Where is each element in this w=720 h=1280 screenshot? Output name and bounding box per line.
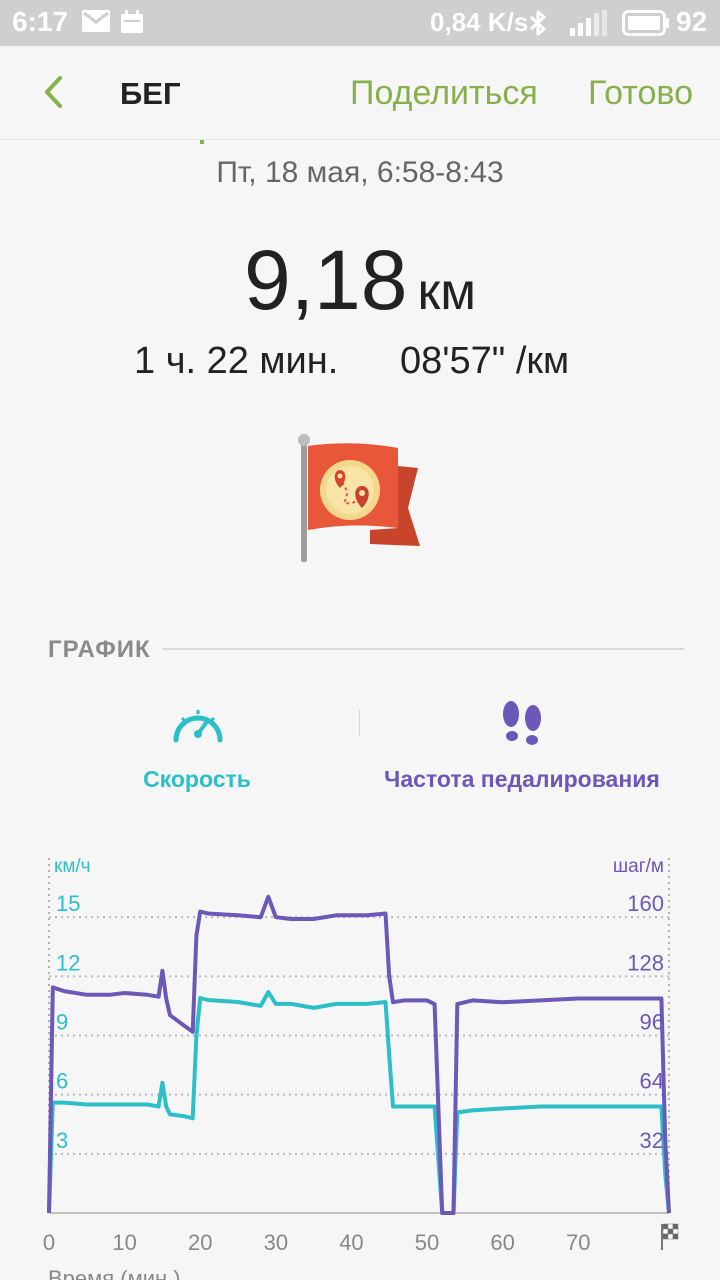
finish-flag-cell <box>667 1228 674 1235</box>
chart-canvas: км/ч шаг/м 15 160 12 128 9 96 6 64 3 32 0 10 20 30 40 5… <box>43 856 679 1280</box>
status-bar: 6:17 0,84 K/s 92 <box>0 0 720 46</box>
x-tick-label: 70 <box>566 1230 590 1255</box>
finish-flag-cell <box>667 1223 674 1230</box>
scroll-indicator <box>200 140 204 144</box>
finish-flag-cell <box>667 1233 674 1240</box>
x-tick-label: 30 <box>264 1230 288 1255</box>
back-arrow-icon[interactable] <box>36 72 76 112</box>
x-tick-label: 0 <box>43 1230 55 1255</box>
right-tick-label: 96 <box>640 1010 664 1035</box>
left-tick-label: 9 <box>56 1010 68 1035</box>
distance-value: 9,18 <box>244 233 408 327</box>
finish-flag-cell <box>662 1228 669 1235</box>
left-tick-label: 15 <box>56 891 80 916</box>
right-axis-unit: шаг/м <box>613 856 664 877</box>
bluetooth-icon <box>529 10 546 36</box>
series-line-speed <box>47 990 671 1215</box>
right-tick-label: 64 <box>640 1069 664 1094</box>
section-title: ГРАФИК <box>48 636 151 663</box>
tab-divider <box>359 710 360 736</box>
mail-icon <box>82 10 110 32</box>
finish-flag-cell <box>672 1223 679 1230</box>
done-button[interactable]: Готово <box>588 74 693 113</box>
tab-speed[interactable]: Скорость <box>100 766 294 793</box>
share-button[interactable]: Поделиться <box>350 74 538 113</box>
left-tick-label: 6 <box>56 1069 68 1094</box>
x-tick-label: 60 <box>490 1230 514 1255</box>
app-bar: БЕГ Поделиться Готово <box>0 46 720 140</box>
workout-date: Пт, 18 мая, 6:58-8:43 <box>216 156 504 189</box>
route-flag-icon[interactable] <box>292 432 424 564</box>
x-tick-label: 20 <box>188 1230 212 1255</box>
footprints-icon[interactable] <box>498 700 546 746</box>
left-axis-unit: км/ч <box>54 856 91 877</box>
status-time: 6:17 <box>12 6 69 37</box>
right-tick-label: 32 <box>640 1128 664 1153</box>
left-tick-label: 3 <box>56 1128 68 1153</box>
finish-flag-cell <box>662 1223 669 1230</box>
x-tick-label: 50 <box>415 1230 439 1255</box>
distance-unit: км <box>417 263 477 321</box>
tab-cadence[interactable]: Частота педалирования <box>374 766 670 793</box>
signal-icon <box>570 10 607 36</box>
left-tick-label: 12 <box>56 950 80 975</box>
section-divider <box>162 648 684 650</box>
x-axis-label: Время (мин.) <box>48 1266 181 1280</box>
series-line-cadence <box>47 894 671 1215</box>
workout-pace: 08'57" /км <box>400 340 570 382</box>
right-tick-label: 128 <box>627 950 664 975</box>
battery-level: 92 <box>676 6 708 37</box>
workout-duration: 1 ч. 22 мин. <box>134 340 339 382</box>
speed-cadence-chart: км/ч шаг/м 15 160 12 128 9 96 6 64 3 32 0 10 20 30 40 5… <box>0 840 720 1280</box>
page-title: БЕГ <box>120 76 181 111</box>
finish-flag-cell <box>672 1228 679 1235</box>
x-tick-label: 10 <box>112 1230 136 1255</box>
distance-display: 9,18 км <box>0 232 720 329</box>
finish-flag-cell <box>662 1233 669 1240</box>
battery-icon <box>622 10 669 36</box>
finish-flag-cell <box>672 1233 679 1240</box>
network-speed: 0,84 K/s <box>430 7 529 37</box>
speedometer-icon[interactable] <box>170 700 226 746</box>
right-tick-label: 160 <box>627 891 664 916</box>
calendar-icon <box>121 10 143 33</box>
x-tick-label: 40 <box>339 1230 363 1255</box>
